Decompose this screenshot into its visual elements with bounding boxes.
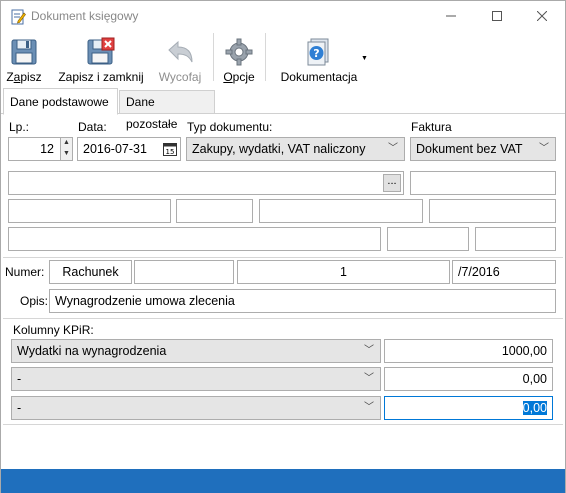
- save-and-close-button[interactable]: Zapisz i zamknij: [57, 33, 145, 85]
- close-button[interactable]: [519, 1, 565, 31]
- invoice-label: Faktura: [411, 120, 452, 134]
- spin-up-icon[interactable]: ▲: [61, 138, 72, 148]
- invoice-select[interactable]: Dokument bez VAT ﹀: [410, 137, 556, 161]
- number-label: Numer:: [5, 265, 45, 279]
- description-label: Opis:: [20, 294, 49, 308]
- chevron-down-icon: ﹀: [388, 143, 398, 154]
- undo-button[interactable]: Wycofaj: [153, 33, 207, 85]
- date-field[interactable]: 2016-07-31 15: [77, 137, 181, 161]
- description-field[interactable]: Wynagrodzenie umowa zlecenia: [49, 289, 556, 313]
- document-edit-icon: [11, 9, 26, 25]
- undo-label: Wycofaj: [158, 70, 202, 84]
- dropdown-arrow-icon: ▼: [361, 55, 368, 62]
- minimize-button[interactable]: [428, 1, 474, 31]
- status-bar: [1, 469, 565, 493]
- kpir-column-value: -: [17, 372, 22, 386]
- number-suffix-field[interactable]: /7/2016: [452, 260, 556, 284]
- floppy-disk-icon: [11, 39, 37, 65]
- contractor-field[interactable]: [429, 199, 556, 223]
- toolbar-separator: [265, 33, 266, 81]
- tab-strip: Dane podstawowe Dane pozostałe: [1, 88, 565, 131]
- maximize-button[interactable]: [474, 1, 520, 31]
- svg-text:15: 15: [166, 148, 175, 156]
- kpir-amount-field[interactable]: 1000,00: [384, 339, 553, 363]
- maximize-icon: [492, 11, 502, 21]
- number-prefix-field[interactable]: Rachunek: [49, 260, 132, 284]
- chevron-down-icon: ﹀: [364, 373, 374, 384]
- svg-text:?: ?: [313, 47, 319, 60]
- kpir-amount-field-focused[interactable]: 0,00: [384, 396, 553, 420]
- contractor-field[interactable]: [8, 199, 171, 223]
- kpir-column-select[interactable]: - ﹀: [11, 396, 381, 420]
- document-window: Dokument księgowy Zapisz Zapisz i zamkni…: [0, 0, 566, 493]
- divider: [3, 257, 563, 258]
- contractor-field[interactable]: [387, 227, 469, 251]
- date-label: Data:: [78, 120, 107, 134]
- options-label-rest: pcje: [232, 70, 255, 84]
- kpir-columns-label: Kolumny KPiR:: [13, 323, 94, 337]
- save-label-z: Z: [6, 70, 14, 84]
- options-label-mnemonic: O: [223, 70, 233, 84]
- gear-icon: [225, 38, 253, 66]
- undo-arrow-icon: [168, 40, 193, 63]
- save-label-rest: pisz: [20, 70, 42, 84]
- chevron-down-icon: ﹀: [539, 143, 549, 154]
- floppy-disk-close-icon: [87, 37, 115, 65]
- number-value-field[interactable]: 1: [237, 260, 450, 284]
- close-icon: [537, 11, 547, 21]
- window-title: Dokument księgowy: [31, 9, 139, 23]
- kpir-column-select[interactable]: - ﹀: [11, 367, 381, 391]
- spin-down-icon[interactable]: ▼: [61, 148, 72, 159]
- save-button[interactable]: Zapisz: [5, 33, 43, 85]
- toolbar: Zapisz Zapisz i zamknij Wycofaj Opcje ? …: [1, 31, 565, 87]
- document-type-value: Zakupy, wydatki, VAT naliczony: [192, 142, 366, 156]
- calendar-icon[interactable]: 15: [163, 142, 177, 156]
- contractor-field[interactable]: [475, 227, 556, 251]
- help-document-icon: ?: [307, 38, 329, 66]
- kpir-amount-selected-text: 0,00: [522, 401, 547, 415]
- contractor-field[interactable]: [259, 199, 423, 223]
- contractor-field[interactable]: [176, 199, 253, 223]
- document-type-select[interactable]: Zakupy, wydatki, VAT naliczony ﹀: [186, 137, 405, 161]
- kpir-column-value: -: [17, 401, 22, 415]
- date-value: 2016-07-31: [83, 142, 147, 156]
- divider: [3, 424, 563, 425]
- contractor-field[interactable]: [8, 227, 381, 251]
- lp-label: Lp.:: [9, 120, 30, 134]
- document-type-label: Typ dokumentu:: [187, 120, 273, 134]
- tab-other-data[interactable]: Dane pozostałe: [119, 90, 215, 131]
- options-button[interactable]: Opcje: [219, 33, 259, 85]
- chevron-down-icon: ﹀: [364, 402, 374, 413]
- lp-stepper[interactable]: 12 ▲ ▼: [8, 137, 73, 161]
- documentation-button[interactable]: ? ▼ Dokumentacja: [279, 33, 371, 85]
- minimize-icon: [446, 15, 456, 17]
- toolbar-separator: [213, 33, 214, 81]
- contractor-name-field[interactable]: ...: [8, 171, 404, 195]
- tab-basic-data[interactable]: Dane podstawowe: [3, 88, 118, 115]
- contractor-nip-field[interactable]: [410, 171, 556, 195]
- number-segment-field[interactable]: [134, 260, 234, 284]
- kpir-column-value: Wydatki na wynagrodzenia: [17, 344, 167, 358]
- title-bar: Dokument księgowy: [1, 1, 565, 31]
- save-and-close-label: Zapisz i zamknij: [58, 70, 144, 84]
- browse-button[interactable]: ...: [383, 174, 401, 192]
- kpir-amount-field[interactable]: 0,00: [384, 367, 553, 391]
- kpir-column-select[interactable]: Wydatki na wynagrodzenia ﹀: [11, 339, 381, 363]
- lp-spin-buttons[interactable]: ▲ ▼: [60, 138, 72, 160]
- chevron-down-icon: ﹀: [364, 345, 374, 356]
- documentation-label: Dokumentacja: [280, 70, 358, 84]
- lp-value: 12: [40, 142, 54, 156]
- invoice-value: Dokument bez VAT: [416, 142, 523, 156]
- divider: [3, 318, 563, 319]
